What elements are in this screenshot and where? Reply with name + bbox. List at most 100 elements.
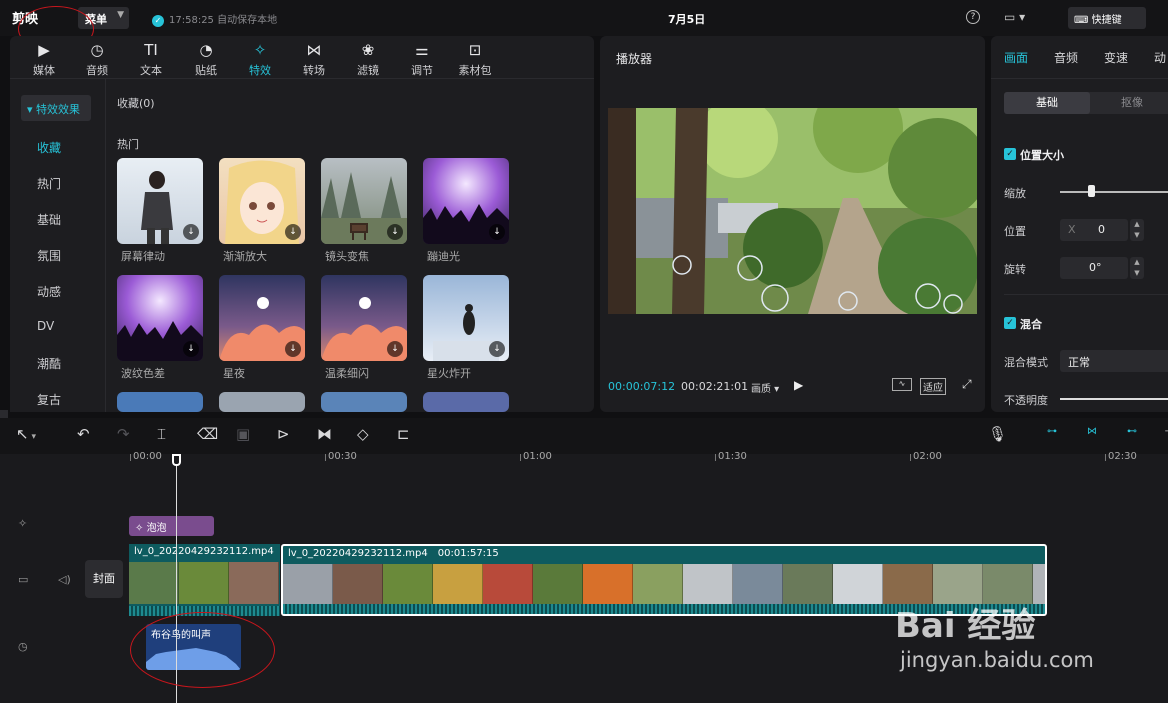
microphone-icon[interactable]: 🎙	[988, 425, 1007, 443]
undo-icon[interactable]: ↶	[77, 425, 90, 443]
sidebar-item-dynamic[interactable]: 动感	[37, 283, 61, 300]
autosave-status: ✓ 17:58:25 自动保存本地	[152, 11, 277, 27]
link-main-track-icon[interactable]: ⊶	[1041, 426, 1063, 442]
clip-name: lv_0_20220429232112.mp4	[134, 546, 274, 557]
tab-animation[interactable]: 动	[1154, 49, 1166, 66]
download-icon[interactable]: ↓	[489, 224, 505, 240]
sidebar-item-trendy[interactable]: 潮酷	[37, 355, 61, 372]
playhead-handle[interactable]	[172, 454, 181, 466]
tab-label: 音频	[86, 64, 108, 77]
tab-filter[interactable]: ❀ 滤镜	[341, 38, 395, 78]
effect-card-starry-night[interactable]: ↓	[219, 275, 305, 361]
effect-card-disco-light[interactable]: ↓	[423, 158, 509, 244]
blend-heading: 混合	[1020, 318, 1042, 331]
quality-dropdown[interactable]: 画质 ▾	[751, 380, 779, 395]
video-preview[interactable]	[608, 108, 977, 314]
redo-icon[interactable]: ↷	[117, 425, 130, 443]
effect-card-sparkle-burst[interactable]: ↓	[423, 275, 509, 361]
waveform-icon[interactable]: ∿	[892, 378, 912, 391]
download-icon[interactable]: ↓	[387, 224, 403, 240]
tab-audio[interactable]: 音频	[1054, 49, 1078, 66]
rotation-stepper[interactable]: ▲ ▼	[1130, 257, 1144, 279]
effect-card-lens-zoom[interactable]: ↓	[321, 158, 407, 244]
download-icon[interactable]: ↓	[387, 341, 403, 357]
effect-clip[interactable]: ✧ 泡泡	[129, 516, 214, 536]
tab-text[interactable]: TI 文本	[124, 38, 178, 78]
video-frame	[608, 108, 977, 314]
tab-transition[interactable]: ⋈ 转场	[287, 38, 341, 78]
preview-axis-icon[interactable]: ⊸	[1158, 426, 1168, 442]
tab-picture[interactable]: 画面	[1004, 49, 1028, 66]
split-icon[interactable]: ⌶	[157, 425, 166, 443]
effects-track-icon: ✧	[18, 517, 28, 530]
tab-label: 文本	[140, 64, 162, 77]
delete-icon[interactable]: ⌫	[197, 425, 218, 443]
download-icon[interactable]: ↓	[183, 341, 199, 357]
download-icon[interactable]: ↓	[285, 224, 301, 240]
download-icon[interactable]: ↓	[489, 341, 505, 357]
tab-package[interactable]: ⊡ 素材包	[448, 38, 502, 78]
fit-button[interactable]: 适应	[920, 378, 946, 395]
scale-slider-handle[interactable]	[1088, 185, 1095, 197]
crop-icon[interactable]: ⊏	[397, 425, 410, 443]
select-cursor-icon[interactable]: ↖ ▾	[16, 425, 36, 443]
tab-label: 滤镜	[357, 64, 379, 77]
shortcut-button[interactable]: ⌨ 快捷键	[1068, 7, 1146, 29]
freeze-icon[interactable]: ▣	[236, 425, 250, 443]
effect-card[interactable]	[423, 392, 509, 412]
link-icon[interactable]: ⊷	[1121, 426, 1143, 442]
tab-media[interactable]: ▶ 媒体	[17, 38, 71, 78]
effect-card[interactable]	[219, 392, 305, 412]
tab-adjust[interactable]: ⚌ 调节	[395, 38, 449, 78]
effect-card-gradual-zoom[interactable]: ↓	[219, 158, 305, 244]
mirror-icon[interactable]: ⧓	[317, 425, 332, 443]
segment-control: 基础 抠像	[1004, 92, 1168, 114]
help-icon[interactable]: ?	[966, 10, 980, 24]
tab-speed[interactable]: 变速	[1104, 49, 1128, 66]
inspector-panel: 画面 音频 变速 动 基础 抠像 ✓ 位置大小 缩放 位置 X0 ▲ ▼ 旋转 0…	[991, 36, 1168, 412]
sidebar-item-retro[interactable]: 复古	[37, 391, 61, 408]
checkbox-icon[interactable]: ✓	[1004, 148, 1016, 160]
sidebar-item-dv[interactable]: DV	[37, 319, 54, 333]
play-icon[interactable]: ▶	[794, 378, 803, 392]
download-icon[interactable]: ↓	[183, 224, 199, 240]
video-clip-1[interactable]: lv_0_20220429232112.mp4	[129, 544, 280, 616]
sidebar-item-basic[interactable]: 基础	[37, 211, 61, 228]
rotation-field[interactable]: 0°	[1060, 257, 1128, 279]
sidebar-item-atmosphere[interactable]: 氛围	[37, 247, 61, 264]
x-stepper[interactable]: ▲ ▼	[1130, 219, 1144, 241]
tab-audio[interactable]: ◷ 音频	[70, 38, 124, 78]
rotate-icon[interactable]: ◇	[357, 425, 369, 443]
total-timecode: 00:02:21:01	[681, 380, 749, 393]
ruler-label: 01:00	[523, 451, 552, 462]
position-x-field[interactable]: X0	[1060, 219, 1128, 241]
blend-mode-select[interactable]: 正常	[1060, 350, 1168, 372]
mute-icon[interactable]: ◁)	[58, 573, 71, 586]
category-dropdown[interactable]: ▾ 特效效果	[21, 95, 91, 121]
fullscreen-icon[interactable]: ⤢	[962, 377, 972, 392]
segment-basic[interactable]: 基础	[1004, 92, 1090, 114]
checkbox-icon[interactable]: ✓	[1004, 317, 1016, 329]
effect-card-soft-sparkle[interactable]: ↓	[321, 275, 407, 361]
time-ruler[interactable]: 00:00 00:30 01:00 01:30 02:00 02:30	[130, 451, 1168, 468]
effect-card[interactable]	[117, 392, 203, 412]
effect-card-ripple-chroma[interactable]: ↓	[117, 275, 203, 361]
tab-label: 转场	[303, 64, 325, 77]
effect-card[interactable]	[321, 392, 407, 412]
package-icon: ⊡	[468, 41, 482, 59]
tab-effects[interactable]: ✧ 特效	[233, 38, 287, 78]
tab-sticker[interactable]: ◔ 贴纸	[179, 38, 233, 78]
scale-slider-track[interactable]	[1060, 191, 1168, 193]
card-label: 蹦迪光	[427, 250, 460, 263]
download-icon[interactable]: ↓	[285, 341, 301, 357]
cover-button[interactable]: 封面	[85, 560, 123, 598]
segment-cutout[interactable]: 抠像	[1090, 92, 1168, 114]
reverse-icon[interactable]: ⊳	[277, 425, 290, 443]
layout-icon[interactable]: ▭ ▾	[1004, 10, 1025, 24]
sidebar-item-hot[interactable]: 热门	[37, 175, 61, 192]
snap-icon[interactable]: ⋈	[1081, 426, 1103, 442]
card-label: 波纹色差	[121, 367, 165, 380]
effect-card-screen-rhythm[interactable]: ↓	[117, 158, 203, 244]
sidebar-item-favorites[interactable]: 收藏	[37, 139, 61, 156]
opacity-slider-track[interactable]	[1060, 398, 1168, 400]
